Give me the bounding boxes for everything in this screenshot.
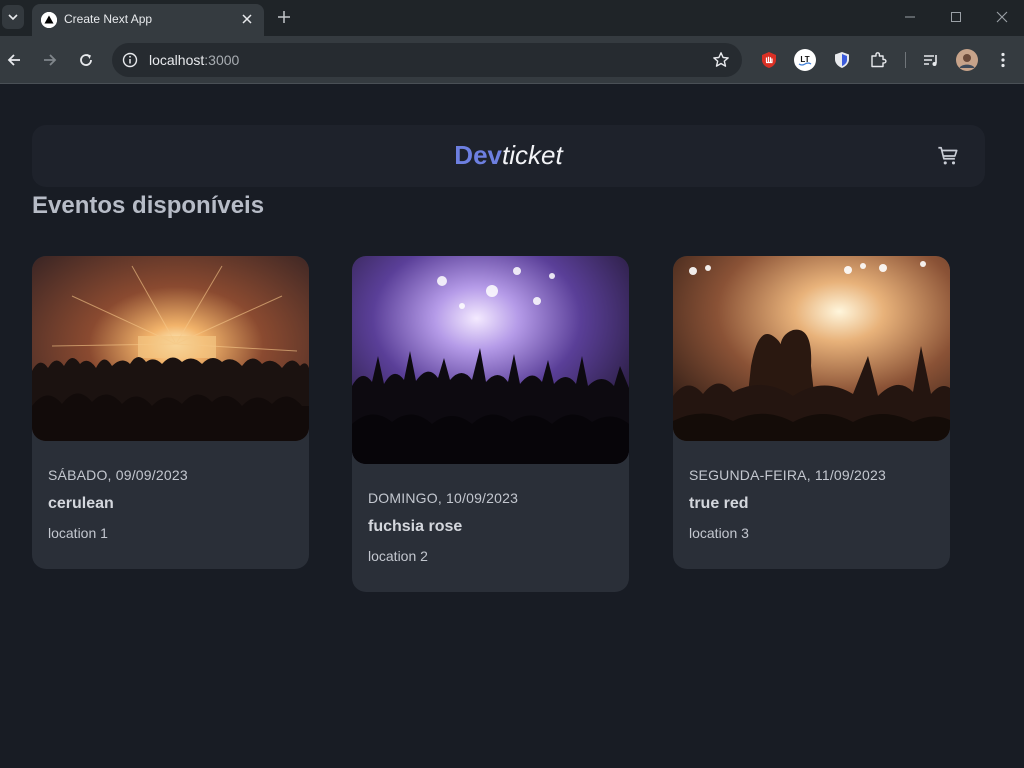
browser-tab[interactable]: Create Next App: [32, 4, 264, 36]
tab-search-button[interactable]: [2, 5, 24, 29]
browser-tab-strip: Create Next App: [0, 0, 1024, 36]
logo-dev-text: Dev: [454, 140, 502, 170]
shopping-cart-icon[interactable]: [937, 145, 959, 167]
close-tab-button[interactable]: [238, 10, 256, 28]
event-date: SEGUNDA-FEIRA, 11/09/2023: [689, 467, 886, 483]
languagetool-extension-icon[interactable]: LT: [793, 48, 817, 72]
event-location: location 2: [368, 548, 428, 564]
profile-avatar[interactable]: [955, 48, 979, 72]
reload-button[interactable]: [74, 48, 98, 72]
toolbar-divider: [904, 48, 906, 72]
nextjs-favicon-icon: [41, 12, 57, 28]
event-date: SÁBADO, 09/09/2023: [48, 467, 188, 483]
info-icon[interactable]: [122, 52, 138, 68]
event-image: [673, 256, 950, 441]
chevron-down-icon: [8, 14, 18, 21]
close-window-button[interactable]: [989, 6, 1015, 28]
event-name: true red: [689, 495, 749, 512]
event-date: DOMINGO, 10/09/2023: [368, 490, 519, 506]
new-tab-button[interactable]: [274, 7, 294, 27]
url-port: :3000: [204, 52, 240, 68]
url-host: localhost: [149, 52, 205, 68]
event-card[interactable]: SEGUNDA-FEIRA, 11/09/2023 true red locat…: [673, 256, 950, 569]
site-header: Devticket: [32, 125, 985, 187]
event-card[interactable]: SÁBADO, 09/09/2023 cerulean location 1: [32, 256, 309, 569]
address-bar[interactable]: localhost:3000: [112, 43, 742, 77]
forward-button[interactable]: [38, 48, 62, 72]
arrow-left-icon: [7, 54, 20, 66]
url-text: localhost:3000: [149, 52, 239, 68]
logo-ticket-text: ticket: [502, 140, 563, 170]
ublock-extension-icon[interactable]: [757, 48, 781, 72]
tab-title: Create Next App: [64, 12, 153, 26]
event-location: location 1: [48, 525, 108, 541]
plus-icon: [278, 11, 290, 23]
page-heading: Eventos disponíveis: [32, 192, 265, 219]
close-icon: [996, 11, 1008, 23]
site-logo[interactable]: Devticket: [32, 140, 985, 171]
maximize-icon: [951, 12, 961, 22]
bookmark-star-icon[interactable]: [712, 51, 730, 69]
page-content: Devticket Eventos disponíveis SÁBADO, 09…: [0, 85, 1024, 768]
back-button[interactable]: [2, 48, 26, 72]
arrow-right-icon: [44, 54, 57, 66]
event-name: cerulean: [48, 495, 114, 512]
extensions-puzzle-icon[interactable]: [866, 48, 890, 72]
reload-icon: [80, 54, 92, 66]
event-card[interactable]: DOMINGO, 10/09/2023 fuchsia rose locatio…: [352, 256, 629, 592]
maximize-window-button[interactable]: [943, 6, 969, 28]
event-location: location 3: [689, 525, 749, 541]
close-icon: [242, 14, 252, 24]
minimize-window-button[interactable]: [897, 6, 923, 28]
browser-menu-button[interactable]: [991, 48, 1015, 72]
shield-extension-icon[interactable]: [830, 48, 854, 72]
minimize-icon: [905, 16, 915, 18]
event-name: fuchsia rose: [368, 518, 463, 535]
event-image: [32, 256, 309, 441]
event-image: [352, 256, 629, 464]
more-vertical-icon: [1001, 52, 1005, 68]
media-controls-icon[interactable]: [919, 48, 943, 72]
